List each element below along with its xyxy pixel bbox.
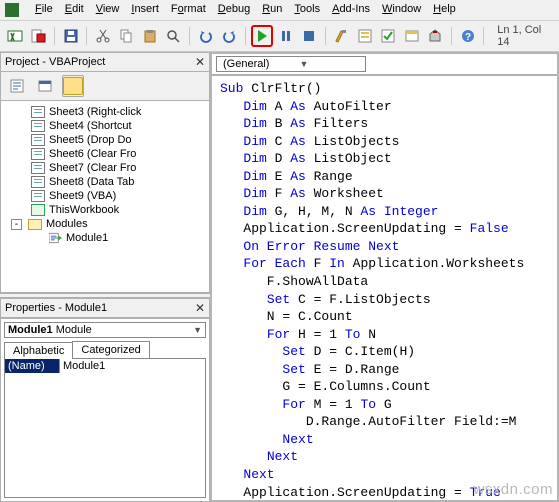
tab-categorized[interactable]: Categorized — [72, 341, 149, 358]
object-dropdown-value: (General) — [223, 58, 269, 70]
main-area: Project - VBAProject ✕ Sheet3 (Right-cli… — [0, 52, 559, 502]
left-column: Project - VBAProject ✕ Sheet3 (Right-cli… — [0, 52, 210, 502]
project-toolbar — [0, 72, 210, 100]
tree-item-label: Sheet9 (VBA) — [49, 190, 116, 202]
properties-panel: Module1 Module ▼ Alphabetic Categorized … — [0, 318, 210, 502]
menu-help[interactable]: Help — [433, 3, 456, 17]
view-object-icon[interactable] — [34, 75, 56, 97]
folder-icon — [28, 219, 42, 230]
find-icon[interactable] — [163, 25, 184, 47]
code-editor[interactable]: Sub ClrFltr() Dim A As AutoFilter Dim B … — [212, 76, 557, 500]
properties-title-text: Properties - Module1 — [5, 302, 107, 314]
tree-item-label: Sheet4 (Shortcut — [49, 120, 132, 132]
paste-icon[interactable] — [139, 25, 160, 47]
menu-window[interactable]: Window — [382, 3, 421, 17]
copy-icon[interactable] — [116, 25, 137, 47]
worksheet-icon — [31, 120, 45, 132]
tree-item-label: Sheet7 (Clear Fro — [49, 162, 136, 174]
properties-icon[interactable] — [378, 25, 399, 47]
menu-debug[interactable]: Debug — [218, 3, 250, 17]
tab-alphabetic[interactable]: Alphabetic — [4, 342, 73, 359]
tree-sheet-item[interactable]: Sheet6 (Clear Fro — [31, 147, 207, 161]
svg-text:?: ? — [464, 32, 470, 43]
tree-sheet-item[interactable]: Sheet5 (Drop Do — [31, 133, 207, 147]
save-icon[interactable] — [60, 25, 81, 47]
object-name: Module1 — [8, 324, 53, 336]
tree-workbook-item[interactable]: ThisWorkbook — [31, 203, 207, 217]
tree-sheet-item[interactable]: Sheet7 (Clear Fro — [31, 161, 207, 175]
insert-module-icon[interactable] — [27, 25, 48, 47]
menu-edit[interactable]: Edit — [65, 3, 84, 17]
cut-icon[interactable] — [92, 25, 113, 47]
toolbox-icon[interactable] — [424, 25, 445, 47]
tree-item-label: Modules — [46, 218, 88, 230]
close-icon[interactable]: ✕ — [195, 301, 205, 315]
property-row: (Name) Module1 — [5, 359, 205, 373]
worksheet-icon — [31, 148, 45, 160]
object-type: Module — [56, 324, 92, 336]
property-value-cell[interactable]: Module1 — [60, 359, 205, 373]
tree-item-label: Module1 — [66, 232, 108, 244]
menu-format[interactable]: Format — [171, 3, 206, 17]
project-title-text: Project - VBAProject — [5, 56, 105, 68]
tree-item-label: ThisWorkbook — [49, 204, 119, 216]
undo-icon[interactable] — [195, 25, 216, 47]
code-header: (General) ▼ — [212, 54, 557, 75]
cursor-position: Ln 1, Col 14 — [497, 24, 555, 48]
object-selector[interactable]: Module1 Module ▼ — [4, 322, 206, 338]
object-browser-icon[interactable] — [401, 25, 422, 47]
project-explorer-icon[interactable] — [354, 25, 375, 47]
object-dropdown[interactable]: (General) ▼ — [216, 56, 366, 72]
chevron-down-icon: ▼ — [299, 59, 308, 69]
reset-icon[interactable] — [298, 25, 319, 47]
break-icon[interactable] — [275, 25, 296, 47]
property-name-cell[interactable]: (Name) — [5, 359, 60, 373]
toolbar: ? Ln 1, Col 14 — [0, 21, 559, 52]
tree-item-label: Sheet5 (Drop Do — [49, 134, 132, 146]
property-tabs: Alphabetic Categorized — [4, 341, 206, 358]
toggle-folders-icon[interactable] — [62, 75, 84, 97]
redo-icon[interactable] — [218, 25, 239, 47]
module-icon — [49, 232, 62, 244]
tree-item-label: Sheet6 (Clear Fro — [49, 148, 136, 160]
tree-module-item[interactable]: Module1 — [49, 231, 207, 245]
worksheet-icon — [31, 190, 45, 202]
menu-insert[interactable]: Insert — [131, 3, 159, 17]
property-grid[interactable]: (Name) Module1 — [4, 358, 206, 499]
menu-view[interactable]: View — [96, 3, 120, 17]
app-icon — [5, 3, 19, 17]
project-panel-title: Project - VBAProject ✕ — [0, 52, 210, 72]
tree-sheet-item[interactable]: Sheet3 (Right-click — [31, 105, 207, 119]
expander-icon[interactable]: - — [11, 219, 22, 230]
tree-sheet-item[interactable]: Sheet8 (Data Tab — [31, 175, 207, 189]
worksheet-icon — [31, 162, 45, 174]
run-button[interactable] — [251, 25, 273, 47]
project-tree[interactable]: Sheet3 (Right-click Sheet4 (Shortcut Sheet… — [0, 100, 210, 293]
design-mode-icon[interactable] — [331, 25, 352, 47]
worksheet-icon — [31, 134, 45, 146]
view-code-icon[interactable] — [6, 75, 28, 97]
menu-file[interactable]: File — [35, 3, 53, 17]
code-pane: (General) ▼ Sub ClrFltr() Dim A As AutoF… — [210, 52, 559, 502]
worksheet-icon — [31, 176, 45, 188]
help-icon[interactable]: ? — [457, 25, 478, 47]
workbook-icon — [31, 204, 45, 216]
menu-addins[interactable]: Add-Ins — [332, 3, 370, 17]
tree-item-label: Sheet8 (Data Tab — [49, 176, 134, 188]
properties-panel-title: Properties - Module1 ✕ — [0, 298, 210, 318]
menu-run[interactable]: Run — [262, 3, 282, 17]
worksheet-icon — [31, 106, 45, 118]
view-excel-icon[interactable] — [4, 25, 25, 47]
tree-sheet-item[interactable]: Sheet4 (Shortcut — [31, 119, 207, 133]
tree-sheet-item[interactable]: Sheet9 (VBA) — [31, 189, 207, 203]
chevron-down-icon: ▼ — [193, 325, 202, 335]
tree-modules-folder[interactable]: -Modules — [31, 217, 207, 231]
close-icon[interactable]: ✕ — [195, 55, 205, 69]
tree-item-label: Sheet3 (Right-click — [49, 106, 141, 118]
menu-tools[interactable]: Tools — [294, 3, 320, 17]
menubar: File Edit View Insert Format Debug Run T… — [0, 0, 559, 21]
